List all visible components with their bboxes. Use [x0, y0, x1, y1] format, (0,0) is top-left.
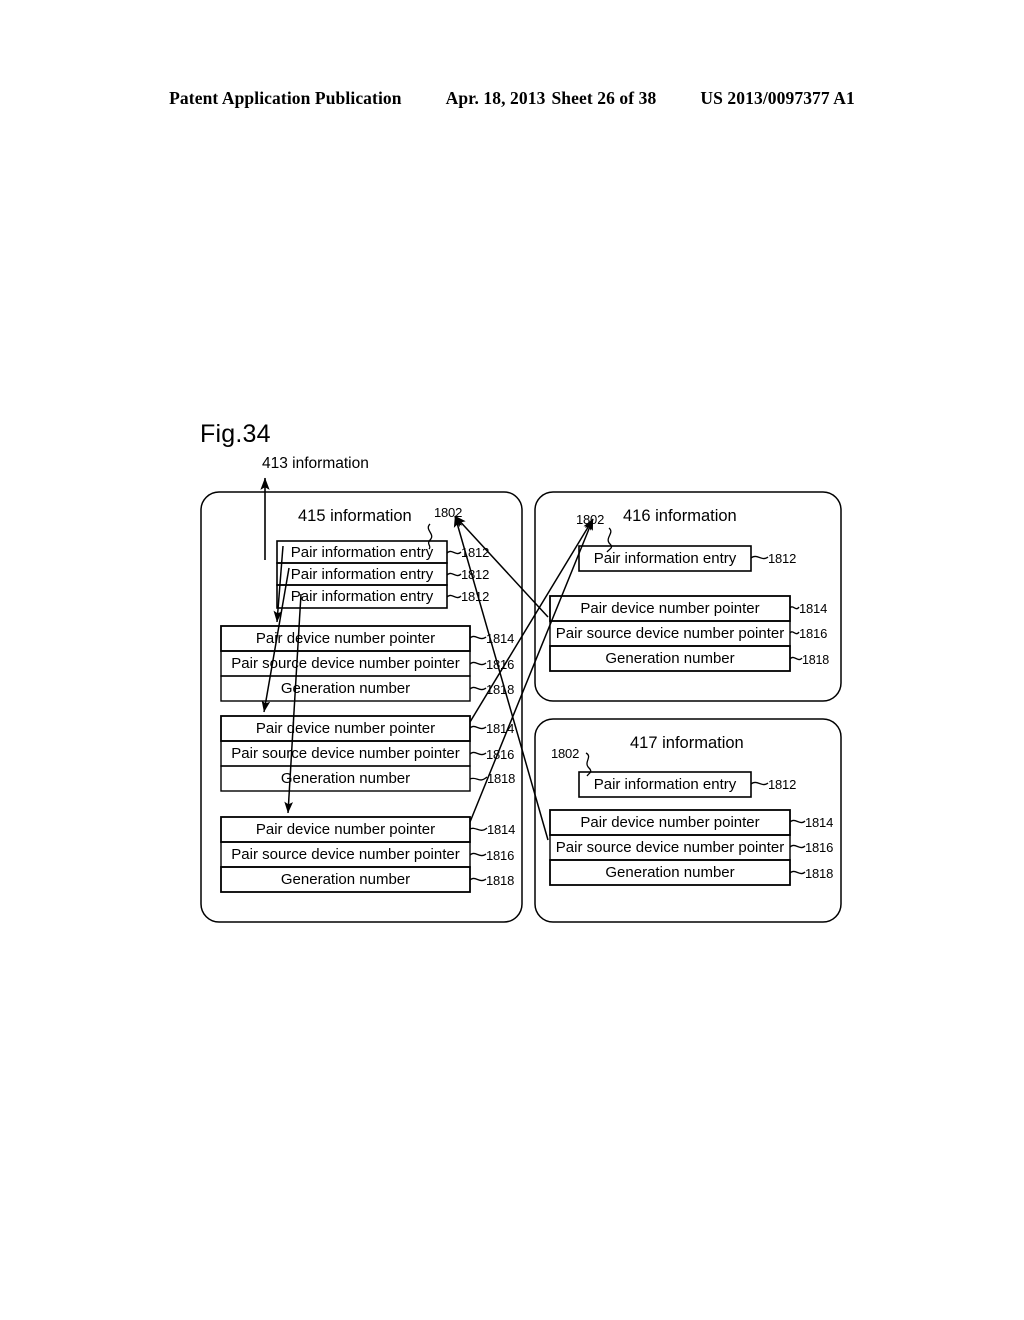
panel-417-title: 417 information — [630, 734, 744, 752]
left-entry-2-ref: 1812 — [461, 567, 490, 582]
right-bottom-generation-number: Generation number — [605, 864, 735, 881]
left-group3-ref-1818: 1818 — [486, 873, 515, 888]
leader-1814-left-3 — [469, 827, 488, 831]
left-group1-ref-1818: 1818 — [486, 682, 515, 697]
right-bottom-ref-1814: 1814 — [805, 815, 834, 830]
left-group2-source-pointer: Pair source device number pointer — [231, 745, 460, 762]
leader-1814-right-top — [789, 606, 800, 610]
left-group3-ref-1814: 1814 — [487, 822, 516, 837]
leader-1818-left-3 — [469, 877, 487, 882]
header-patent-number: US 2013/0097377 A1 — [700, 88, 855, 108]
leader-1812-right-bottom — [750, 781, 769, 786]
left-group1-generation-number: Generation number — [280, 680, 411, 697]
figure-label: Fig.34 — [200, 420, 271, 448]
panel-416-ref-1802: 1802 — [576, 512, 605, 527]
panel-415-ref-1802: 1802 — [434, 505, 463, 520]
right-top-entry-1: Pair information entry — [593, 550, 737, 567]
leader-1812-left-3 — [446, 594, 462, 599]
left-entry-1-ref: 1812 — [461, 545, 490, 560]
leader-1812-left-2 — [446, 572, 462, 577]
left-group2-generation-number: Generation number — [280, 770, 411, 787]
left-entry-1: Pair information entry — [290, 543, 434, 561]
leader-1812-left-1 — [446, 550, 462, 555]
right-bottom-source-pointer: Pair source device number pointer — [555, 839, 785, 856]
panel-416-title: 416 information — [623, 507, 737, 525]
left-group2-ref-1816: 1816 — [486, 747, 515, 762]
left-group3-source-pointer: Pair source device number pointer — [231, 846, 460, 863]
leader-1816-left-2 — [469, 751, 487, 756]
right-top-ref-1818: 1818 — [802, 653, 830, 667]
left-group1-ref-1814: 1814 — [486, 631, 515, 646]
leader-1818-right-bottom — [789, 870, 806, 875]
left-group1-source-pointer: Pair source device number pointer — [231, 655, 460, 672]
page-header: Patent Application Publication Apr. 18, … — [0, 88, 1024, 109]
left-entry-2: Pair information entry — [290, 565, 434, 583]
left-group3-ref-1816: 1816 — [486, 848, 515, 863]
header-publication: Patent Application Publication — [169, 88, 402, 108]
right-bottom-ref-1816: 1816 — [805, 840, 834, 855]
right-bottom-ref-1818: 1818 — [805, 866, 834, 881]
left-group1-device-pointer: Pair device number pointer — [255, 630, 436, 647]
left-group1-ref-1816: 1816 — [486, 657, 515, 672]
header-date: Apr. 18, 2013 — [445, 88, 546, 108]
right-top-device-pointer: Pair device number pointer — [580, 600, 760, 617]
left-entry-3-ref: 1812 — [461, 589, 490, 604]
panel-415-title: 415 information — [298, 507, 412, 525]
right-top-entry-1-ref: 1812 — [768, 551, 797, 566]
right-bottom-device-pointer: Pair device number pointer — [580, 814, 760, 831]
leader-1816-right-bottom — [789, 844, 806, 849]
leader-1816-right-top — [789, 631, 800, 635]
left-entry-3: Pair information entry — [290, 588, 434, 605]
right-top-ref-1814: 1814 — [799, 601, 828, 616]
right-top-source-pointer: Pair source device number pointer — [555, 625, 785, 642]
caption-413-information: 413 information — [262, 455, 369, 472]
left-group3-generation-number: Generation number — [280, 871, 411, 888]
panel-417-ref-1802: 1802 — [551, 746, 580, 761]
header-sheet: Sheet 26 of 38 — [551, 88, 657, 108]
leader-1818-left-2 — [469, 776, 488, 781]
leader-1816-left-3 — [469, 852, 487, 857]
left-group2-device-pointer: Pair device number pointer — [255, 720, 436, 737]
right-bottom-entry-1: Pair information entry — [593, 776, 737, 793]
left-group2-ref-1818: 1818 — [487, 771, 516, 786]
right-top-generation-number: Generation number — [605, 650, 735, 667]
left-group2-ref-1814: 1814 — [486, 721, 515, 736]
leader-1812-right-top — [750, 555, 769, 560]
leader-1814-right-bottom — [789, 819, 806, 824]
leader-1816-left-1 — [469, 661, 487, 666]
leader-1818-left-1 — [469, 686, 487, 691]
leader-1814-left-1 — [469, 635, 487, 640]
right-top-ref-1816: 1816 — [799, 626, 828, 641]
leader-1818-right-top — [789, 656, 803, 661]
left-group3-device-pointer: Pair device number pointer — [255, 821, 436, 838]
right-bottom-entry-1-ref: 1812 — [768, 777, 797, 792]
leader-1814-left-2 — [469, 725, 487, 730]
